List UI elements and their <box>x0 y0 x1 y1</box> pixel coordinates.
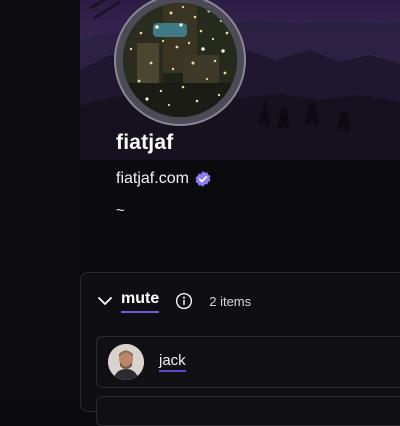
list-item-name[interactable]: jack <box>159 352 186 372</box>
mute-list-card: mute 2 items jack <box>80 272 400 426</box>
profile-avatar[interactable] <box>114 0 246 126</box>
profile-nip05[interactable]: fiatjaf.com <box>116 170 212 188</box>
list-title[interactable]: mute <box>121 290 160 313</box>
nip05-text: fiatjaf.com <box>116 170 189 187</box>
left-sidebar <box>0 0 81 400</box>
avatar <box>108 344 144 380</box>
profile-page: fiatjaf fiatjaf.com ~ mute 2 items jack <box>80 0 400 426</box>
profile-about: ~ <box>116 202 125 219</box>
verified-badge-icon <box>195 171 211 187</box>
chevron-down-icon[interactable] <box>97 293 113 309</box>
avatar-photo <box>123 3 237 117</box>
list-item[interactable]: jack <box>96 336 400 388</box>
list-item[interactable] <box>96 396 400 426</box>
profile-display-name: fiatjaf <box>116 131 174 154</box>
list-item-count: 2 items <box>209 293 252 309</box>
list-header: mute 2 items <box>97 287 397 315</box>
info-icon[interactable] <box>175 292 193 310</box>
